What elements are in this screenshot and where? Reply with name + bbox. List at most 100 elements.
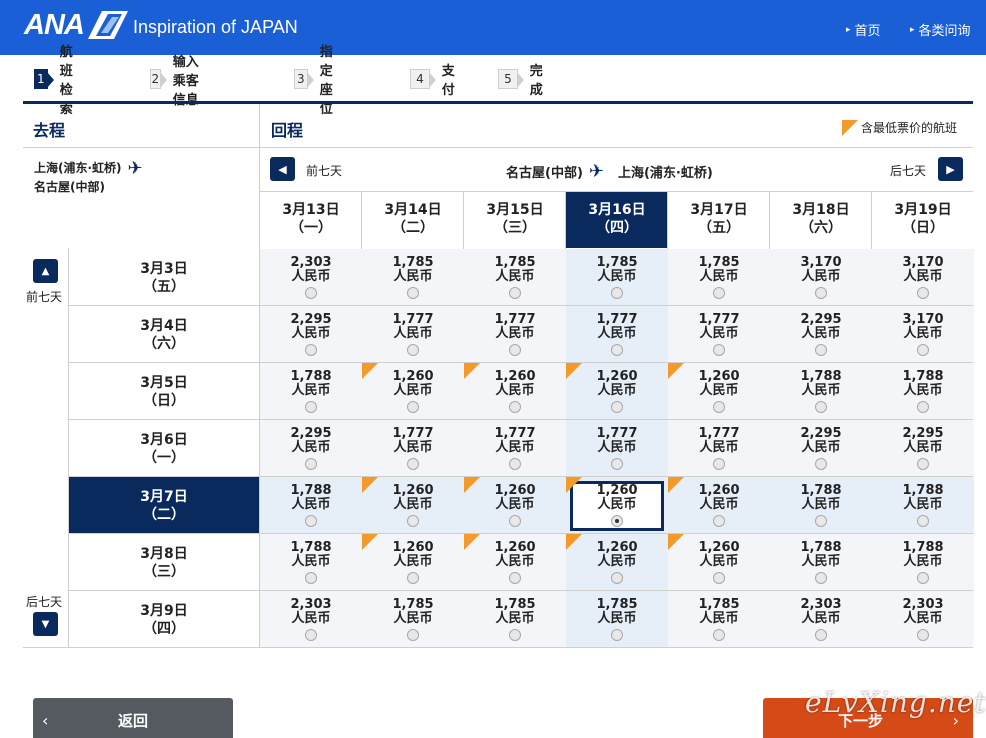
fare-cell[interactable]: 1,785 人民币 [566,249,668,306]
fare-cell[interactable]: 2,303 人民币 [872,591,974,648]
fare-radio[interactable] [713,458,725,470]
fare-radio[interactable] [407,287,419,299]
fare-cell[interactable]: 1,785 人民币 [668,249,770,306]
fare-radio[interactable] [305,515,317,527]
outbound-date-row-header[interactable]: 3月8日 （三） [69,534,259,591]
fare-radio[interactable] [917,344,929,356]
return-prev-week-label[interactable]: 前七天 [306,162,342,179]
fare-radio[interactable] [509,401,521,413]
fare-cell[interactable]: 1,260 人民币 [668,534,770,591]
fare-radio[interactable] [407,515,419,527]
fare-radio[interactable] [713,629,725,641]
fare-radio[interactable] [407,458,419,470]
fare-cell[interactable]: 1,260 人民币 [668,477,770,534]
outbound-next-week-button[interactable]: ▼ [33,612,58,636]
fare-radio[interactable] [713,344,725,356]
fare-cell[interactable]: 2,295 人民币 [872,420,974,477]
fare-radio[interactable] [815,572,827,584]
outbound-next-week-label[interactable]: 后七天 [26,593,62,610]
fare-radio[interactable] [713,401,725,413]
fare-cell[interactable]: 1,260 人民币 [464,477,566,534]
return-date-column-header[interactable]: 3月15日 （三） [464,192,566,248]
fare-cell[interactable]: 1,260 人民币 [464,534,566,591]
fare-cell[interactable]: 1,260 人民币 [362,534,464,591]
fare-radio[interactable] [305,629,317,641]
fare-radio[interactable] [611,515,623,527]
fare-cell[interactable]: 1,788 人民币 [872,534,974,591]
fare-radio[interactable] [305,401,317,413]
fare-cell[interactable]: 1,260 人民币 [566,477,668,534]
outbound-prev-week-label[interactable]: 前七天 [26,288,62,305]
fare-cell[interactable]: 1,777 人民币 [362,420,464,477]
fare-cell[interactable]: 1,777 人民币 [668,420,770,477]
fare-radio[interactable] [815,401,827,413]
return-date-column-header[interactable]: 3月16日 （四） [566,192,668,248]
fare-radio[interactable] [917,629,929,641]
fare-radio[interactable] [407,344,419,356]
outbound-date-row-header[interactable]: 3月6日 （一） [69,420,259,477]
fare-cell[interactable]: 2,303 人民币 [260,249,362,306]
outbound-date-row-header[interactable]: 3月9日 （四） [69,591,259,648]
fare-radio[interactable] [611,401,623,413]
fare-radio[interactable] [815,344,827,356]
return-date-column-header[interactable]: 3月17日 （五） [668,192,770,248]
fare-cell[interactable]: 1,785 人民币 [668,591,770,648]
outbound-date-row-header[interactable]: 3月4日 （六） [69,306,259,363]
fare-cell[interactable]: 2,303 人民币 [260,591,362,648]
fare-cell[interactable]: 1,777 人民币 [362,306,464,363]
fare-radio[interactable] [611,629,623,641]
fare-radio[interactable] [815,287,827,299]
fare-radio[interactable] [611,344,623,356]
fare-cell[interactable]: 1,777 人民币 [464,306,566,363]
fare-radio[interactable] [917,572,929,584]
fare-cell[interactable]: 3,170 人民币 [872,249,974,306]
fare-radio[interactable] [305,344,317,356]
return-date-column-header[interactable]: 3月18日 （六） [770,192,872,248]
fare-radio[interactable] [611,458,623,470]
fare-radio[interactable] [713,287,725,299]
fare-cell[interactable]: 3,170 人民币 [770,249,872,306]
fare-radio[interactable] [305,572,317,584]
fare-cell[interactable]: 1,785 人民币 [464,249,566,306]
outbound-date-row-header[interactable]: 3月7日 （二） [69,477,259,534]
fare-cell[interactable]: 1,788 人民币 [872,477,974,534]
fare-cell[interactable]: 1,260 人民币 [362,363,464,420]
fare-radio[interactable] [917,458,929,470]
fare-cell[interactable]: 1,777 人民币 [566,306,668,363]
fare-cell[interactable]: 1,788 人民币 [770,534,872,591]
return-next-week-label[interactable]: 后七天 [890,162,926,179]
fare-cell[interactable]: 1,260 人民币 [566,534,668,591]
return-date-column-header[interactable]: 3月13日 （一） [260,192,362,248]
fare-radio[interactable] [509,287,521,299]
fare-radio[interactable] [407,572,419,584]
fare-cell[interactable]: 2,295 人民币 [770,420,872,477]
fare-radio[interactable] [407,401,419,413]
fare-radio[interactable] [611,287,623,299]
return-next-week-button[interactable]: ▶ [938,157,963,181]
fare-cell[interactable]: 2,295 人民币 [770,306,872,363]
fare-radio[interactable] [509,629,521,641]
fare-radio[interactable] [509,515,521,527]
outbound-date-row-header[interactable]: 3月3日 （五） [69,249,259,306]
fare-radio[interactable] [815,515,827,527]
nav-home-link[interactable]: ▸ 首页 [846,20,881,39]
fare-cell[interactable]: 1,788 人民币 [770,477,872,534]
fare-cell[interactable]: 1,260 人民币 [362,477,464,534]
return-date-column-header[interactable]: 3月14日 （二） [362,192,464,248]
fare-cell[interactable]: 1,788 人民币 [260,363,362,420]
ana-logo[interactable]: ANA [24,9,128,41]
fare-radio[interactable] [407,629,419,641]
fare-cell[interactable]: 2,295 人民币 [260,306,362,363]
fare-cell[interactable]: 1,788 人民币 [260,477,362,534]
fare-cell[interactable]: 1,777 人民币 [464,420,566,477]
fare-radio[interactable] [305,287,317,299]
fare-cell[interactable]: 1,785 人民币 [362,591,464,648]
fare-cell[interactable]: 1,785 人民币 [464,591,566,648]
return-date-column-header[interactable]: 3月19日 （日） [872,192,974,248]
fare-radio[interactable] [713,572,725,584]
fare-radio[interactable] [611,572,623,584]
fare-radio[interactable] [917,515,929,527]
outbound-prev-week-button[interactable]: ▲ [33,259,58,283]
fare-radio[interactable] [815,458,827,470]
fare-radio[interactable] [305,458,317,470]
